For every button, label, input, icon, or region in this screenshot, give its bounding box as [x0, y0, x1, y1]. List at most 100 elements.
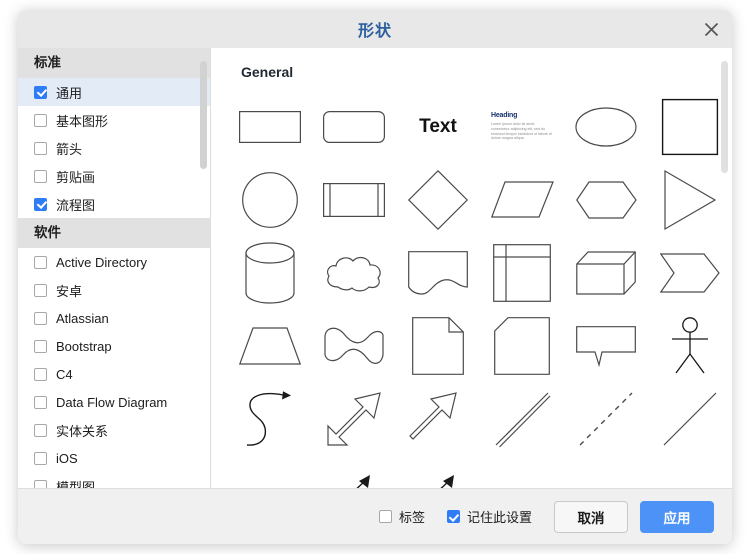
shape-double-arrow[interactable]: [317, 382, 391, 455]
sidebar-item-label: 模型图: [56, 479, 96, 489]
shape-library-sidebar: 标准 通用 基本图形 箭头 剪贴画 流程图 软件 Active Directory 安卓 Atla…: [18, 48, 210, 488]
shape-tape[interactable]: [317, 309, 391, 382]
sidebar-group-header: 标准: [18, 48, 210, 78]
sidebar-item[interactable]: 基本图形: [18, 106, 210, 134]
sidebar-item-label: C4: [56, 366, 73, 382]
sidebar-item[interactable]: Active Directory: [18, 248, 210, 276]
sidebar-item-label: 剪贴画: [56, 169, 96, 185]
sidebar-item[interactable]: iOS: [18, 444, 210, 472]
shape-rounded-rectangle[interactable]: [317, 90, 391, 163]
sidebar-item-checkbox[interactable]: [34, 141, 47, 155]
sidebar-item[interactable]: 流程图: [18, 190, 210, 218]
shape-dashed-line[interactable]: [569, 382, 643, 455]
sidebar-item-checkbox[interactable]: [34, 423, 47, 437]
sidebar-item-checkbox[interactable]: [34, 113, 47, 127]
shapes-dialog: 形状 标准 通用 基本图形 箭头 剪贴画 流程图 软件 Active Directory 安卓 A…: [18, 10, 732, 544]
shape-grid: Text Heading Lorem ipsum dolor sit amet, c…: [211, 80, 732, 488]
shape-ellipse[interactable]: [569, 90, 643, 163]
shape-note[interactable]: [401, 309, 475, 382]
shape-step[interactable]: [653, 236, 727, 309]
sidebar-scrollbar-track[interactable]: [200, 52, 207, 484]
cancel-button[interactable]: 取消: [554, 500, 628, 533]
close-icon[interactable]: [698, 16, 724, 42]
remember-checkbox[interactable]: 记住此设置: [446, 507, 532, 526]
sidebar-item[interactable]: Data Flow Diagram: [18, 388, 210, 416]
sidebar-item-checkbox[interactable]: [34, 255, 47, 269]
tag-checkbox[interactable]: 标签: [378, 507, 425, 526]
sidebar-item-checkbox[interactable]: [34, 479, 47, 488]
shape-block-arrow[interactable]: [401, 382, 475, 455]
sidebar-item-checkbox[interactable]: [34, 197, 47, 211]
shape-arrow-up-1[interactable]: [317, 455, 391, 488]
shape-process[interactable]: [317, 163, 391, 236]
remember-checkbox-label: 记住此设置: [466, 510, 532, 525]
shape-cylinder[interactable]: [233, 236, 307, 309]
sidebar-item[interactable]: Bootstrap: [18, 332, 210, 360]
shape-empty: [569, 455, 643, 488]
sidebar-item[interactable]: 剪贴画: [18, 162, 210, 190]
canvas-scrollbar-track[interactable]: [721, 52, 728, 484]
sidebar-item-checkbox[interactable]: [34, 367, 47, 381]
sidebar-list: 标准 通用 基本图形 箭头 剪贴画 流程图 软件 Active Directory 安卓 Atla…: [18, 48, 210, 488]
shape-circle[interactable]: [233, 163, 307, 236]
shape-actor[interactable]: [653, 309, 727, 382]
dialog-body: 标准 通用 基本图形 箭头 剪贴画 流程图 软件 Active Directory 安卓 Atla…: [18, 48, 732, 488]
shape-diamond[interactable]: [401, 163, 475, 236]
shape-row: [211, 309, 732, 382]
sidebar-item[interactable]: 通用: [18, 78, 210, 106]
dialog-title: 形状: [357, 23, 392, 40]
canvas-scrollbar-thumb[interactable]: [721, 60, 728, 173]
sidebar-item-label: iOS: [56, 450, 78, 466]
sidebar-item[interactable]: 实体关系: [18, 416, 210, 444]
remember-checkbox-box[interactable]: [446, 510, 460, 523]
shape-internal-storage[interactable]: [485, 236, 559, 309]
sidebar-item-label: Data Flow Diagram: [56, 394, 168, 410]
sidebar-item-checkbox[interactable]: [34, 283, 47, 297]
sidebar-item[interactable]: C4: [18, 360, 210, 388]
shape-solid-line[interactable]: [653, 382, 727, 455]
sidebar-item-label: Atlassian: [56, 310, 109, 326]
shape-row: Text Heading Lorem ipsum dolor sit amet, c…: [211, 90, 732, 163]
sidebar-item-checkbox[interactable]: [34, 169, 47, 183]
shape-row: [211, 163, 732, 236]
sidebar-scrollbar-thumb[interactable]: [200, 60, 207, 169]
sidebar-item-label: Active Directory: [56, 254, 148, 270]
sidebar-item-checkbox[interactable]: [34, 85, 47, 99]
shape-arrow-up-2[interactable]: [401, 455, 475, 488]
shape-text[interactable]: Text: [401, 90, 475, 163]
tag-checkbox-box[interactable]: [378, 510, 392, 523]
shape-textbox-body: Lorem ipsum dolor sit amet, consectetur …: [491, 122, 552, 141]
shape-card[interactable]: [485, 309, 559, 382]
shape-row: [211, 382, 732, 455]
dialog-footer: 标签 记住此设置 取消 应用: [18, 488, 732, 544]
sidebar-item-label: 实体关系: [56, 423, 109, 439]
sidebar-item[interactable]: 箭头: [18, 134, 210, 162]
shape-cloud[interactable]: [317, 236, 391, 309]
shape-row: [211, 455, 732, 488]
tag-checkbox-label: 标签: [398, 510, 425, 525]
sidebar-item-checkbox[interactable]: [34, 451, 47, 465]
shape-trapezoid[interactable]: [233, 309, 307, 382]
sidebar-item-checkbox[interactable]: [34, 311, 47, 325]
shape-square[interactable]: [653, 90, 727, 163]
shape-curved-arrow[interactable]: [233, 382, 307, 455]
shape-cube[interactable]: [569, 236, 643, 309]
shape-empty: [233, 455, 307, 488]
shape-document[interactable]: [401, 236, 475, 309]
shape-callout[interactable]: [569, 309, 643, 382]
sidebar-item-checkbox[interactable]: [34, 339, 47, 353]
shape-parallelogram[interactable]: [485, 163, 559, 236]
sidebar-item-checkbox[interactable]: [34, 395, 47, 409]
sidebar-item[interactable]: 安卓: [18, 276, 210, 304]
shape-rectangle[interactable]: [233, 90, 307, 163]
shape-triangle[interactable]: [653, 163, 727, 236]
shape-double-line[interactable]: [485, 382, 559, 455]
sidebar-item-label: 通用: [56, 85, 83, 101]
shape-textbox[interactable]: Heading Lorem ipsum dolor sit amet, conse…: [485, 90, 559, 163]
sidebar-item-label: 安卓: [56, 283, 83, 299]
shape-empty: [485, 455, 559, 488]
sidebar-item[interactable]: Atlassian: [18, 304, 210, 332]
shape-hexagon[interactable]: [569, 163, 643, 236]
apply-button[interactable]: 应用: [640, 500, 714, 533]
sidebar-item[interactable]: 模型图: [18, 472, 210, 488]
